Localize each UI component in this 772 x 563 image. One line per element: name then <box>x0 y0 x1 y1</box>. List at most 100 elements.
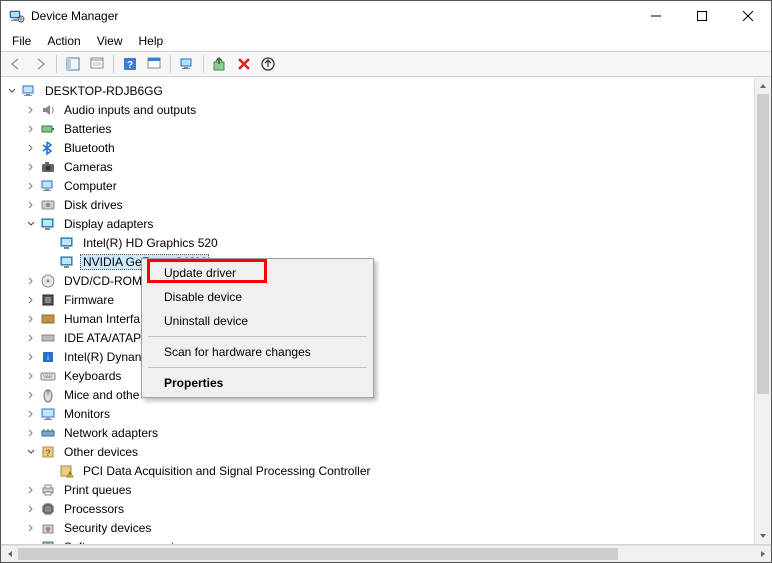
forward-button <box>29 53 51 75</box>
tree-category[interactable]: Human Interfa <box>24 309 754 328</box>
expand-icon[interactable] <box>24 521 38 535</box>
printer-icon <box>40 482 56 498</box>
expand-icon[interactable] <box>24 540 38 545</box>
tree-category[interactable]: Keyboards <box>24 366 754 385</box>
expand-icon[interactable] <box>24 388 38 402</box>
ctx-scan-hardware[interactable]: Scan for hardware changes <box>144 340 371 364</box>
tree-device-pci-unknown[interactable]: !PCI Data Acquisition and Signal Process… <box>43 461 754 480</box>
ide-icon <box>40 330 56 346</box>
menu-action[interactable]: Action <box>40 32 87 50</box>
warning-device-icon: ! <box>59 463 75 479</box>
tree-category[interactable]: Print queues <box>24 480 754 499</box>
hid-icon <box>40 311 56 327</box>
tree-category[interactable]: Bluetooth <box>24 138 754 157</box>
properties-button[interactable] <box>86 53 108 75</box>
collapse-icon[interactable] <box>24 217 38 231</box>
maximize-button[interactable] <box>679 1 725 31</box>
bluetooth-icon <box>40 140 56 156</box>
scroll-right-button[interactable] <box>754 546 771 562</box>
scroll-thumb-h[interactable] <box>18 548 618 560</box>
ctx-update-driver[interactable]: Update driver <box>144 261 371 285</box>
tree-category[interactable]: Monitors <box>24 404 754 423</box>
menu-view[interactable]: View <box>90 32 130 50</box>
tree-device-intel-graphics[interactable]: Intel(R) HD Graphics 520 <box>43 233 754 252</box>
horizontal-scrollbar[interactable] <box>1 545 771 562</box>
expand-icon[interactable] <box>24 179 38 193</box>
tree-category[interactable]: Cameras <box>24 157 754 176</box>
update-driver-button[interactable] <box>209 53 231 75</box>
menu-help[interactable]: Help <box>132 32 171 50</box>
tree-category[interactable]: iIntel(R) Dynan <box>24 347 754 366</box>
computer-icon <box>40 178 56 194</box>
ctx-properties[interactable]: Properties <box>144 371 371 395</box>
scroll-left-button[interactable] <box>1 546 18 562</box>
expand-icon[interactable] <box>24 198 38 212</box>
scroll-up-button[interactable] <box>755 77 771 94</box>
scroll-down-button[interactable] <box>755 527 771 544</box>
expand-icon[interactable] <box>24 103 38 117</box>
display-adapter-icon <box>40 216 56 232</box>
expand-icon[interactable] <box>24 483 38 497</box>
expand-icon[interactable] <box>24 293 38 307</box>
expand-icon[interactable] <box>24 312 38 326</box>
expand-icon[interactable] <box>24 331 38 345</box>
scan-hardware-button[interactable] <box>176 53 198 75</box>
expand-icon[interactable] <box>24 502 38 516</box>
minimize-button[interactable] <box>633 1 679 31</box>
close-button[interactable] <box>725 1 771 31</box>
expand-icon[interactable] <box>24 274 38 288</box>
tree-category[interactable]: Mice and othe <box>24 385 754 404</box>
app-icon <box>9 8 25 24</box>
expand-icon[interactable] <box>24 350 38 364</box>
menu-file[interactable]: File <box>5 32 38 50</box>
back-button <box>5 53 27 75</box>
toolbar-separator <box>113 55 114 73</box>
tree-category[interactable]: Network adapters <box>24 423 754 442</box>
disk-icon <box>40 197 56 213</box>
tree-category[interactable]: IDE ATA/ATAPI <box>24 328 754 347</box>
context-menu: Update driver Disable device Uninstall d… <box>141 258 374 398</box>
expand-icon[interactable] <box>24 426 38 440</box>
audio-icon <box>40 102 56 118</box>
tree-category-other-devices[interactable]: ?Other devices <box>24 442 754 461</box>
tree-category[interactable]: DVD/CD-ROM <box>24 271 754 290</box>
tree-category[interactable]: Disk drives <box>24 195 754 214</box>
expand-icon[interactable] <box>24 160 38 174</box>
scroll-track-h[interactable] <box>18 546 754 562</box>
tree-category[interactable]: Audio inputs and outputs <box>24 100 754 119</box>
ctx-disable-device[interactable]: Disable device <box>144 285 371 309</box>
display-adapter-icon <box>59 254 75 270</box>
show-hide-console-button[interactable] <box>62 53 84 75</box>
tree-category-display-adapters[interactable]: Display adapters <box>24 214 754 233</box>
ctx-uninstall-device[interactable]: Uninstall device <box>144 309 371 333</box>
ctx-separator <box>148 367 367 368</box>
tree-category[interactable]: Firmware <box>24 290 754 309</box>
collapse-icon[interactable] <box>5 84 19 98</box>
device-tree[interactable]: DESKTOP-RDJB6GG Audio inputs and outputs… <box>1 77 754 544</box>
expand-icon[interactable] <box>24 369 38 383</box>
software-component-icon <box>40 539 56 545</box>
uninstall-button[interactable] <box>233 53 255 75</box>
collapse-icon[interactable] <box>24 445 38 459</box>
tree-category[interactable]: Processors <box>24 499 754 518</box>
scroll-track[interactable] <box>755 94 771 527</box>
expand-icon[interactable] <box>24 407 38 421</box>
content-area: DESKTOP-RDJB6GG Audio inputs and outputs… <box>1 77 771 545</box>
mouse-icon <box>40 387 56 403</box>
expand-icon[interactable] <box>24 122 38 136</box>
action-center-button[interactable] <box>143 53 165 75</box>
display-adapter-icon <box>59 235 75 251</box>
tree-root[interactable]: DESKTOP-RDJB6GG <box>5 81 754 100</box>
scroll-thumb[interactable] <box>757 94 769 394</box>
tree-category[interactable]: Computer <box>24 176 754 195</box>
tree-category[interactable]: Software components <box>24 537 754 544</box>
computer-icon <box>21 83 37 99</box>
enable-button[interactable] <box>257 53 279 75</box>
help-button[interactable]: ? <box>119 53 141 75</box>
intel-dynamic-icon: i <box>40 349 56 365</box>
window-controls <box>633 1 771 31</box>
tree-category[interactable]: Security devices <box>24 518 754 537</box>
expand-icon[interactable] <box>24 141 38 155</box>
tree-category[interactable]: Batteries <box>24 119 754 138</box>
vertical-scrollbar[interactable] <box>754 77 771 544</box>
